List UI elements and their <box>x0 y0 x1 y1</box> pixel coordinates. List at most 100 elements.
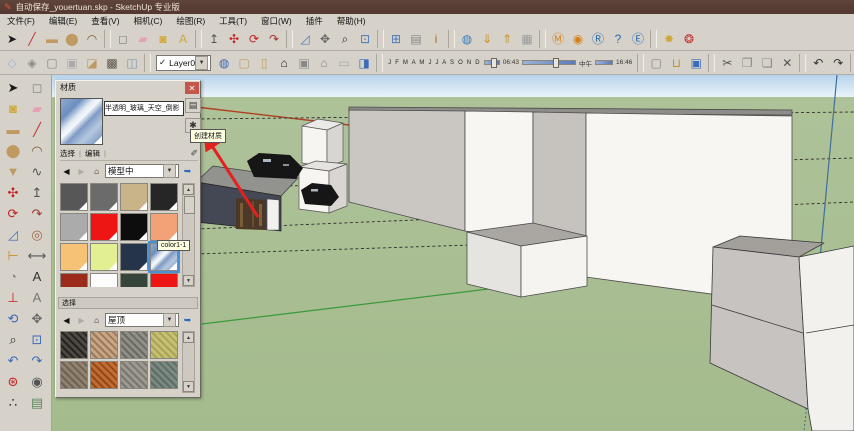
toolbtn-open[interactable]: ⊔ <box>666 53 686 73</box>
toolbtn-style-back-edges[interactable]: ◈ <box>22 53 42 73</box>
tool-text[interactable]: A <box>26 266 49 286</box>
forward-arrow-icon[interactable]: ▶ <box>75 165 88 178</box>
swatch-dark-green[interactable] <box>120 273 148 287</box>
texture-slate-blue[interactable] <box>150 361 178 389</box>
toolbtn-push-pull[interactable]: ↥ <box>204 29 224 49</box>
swatch-tan[interactable] <box>120 183 148 211</box>
date-slider[interactable] <box>483 58 500 68</box>
tool-line[interactable]: ╱ <box>26 119 49 139</box>
tool-walk[interactable]: ∴ <box>2 392 25 412</box>
toolbtn-model-info[interactable]: ⊞ <box>386 29 406 49</box>
texture-scrollbar[interactable]: ▲ ▼ <box>182 331 195 393</box>
tool-look-around[interactable]: ◉ <box>26 371 49 391</box>
toolbtn-plugin-carton[interactable]: ▢ <box>234 53 254 73</box>
tool-rotate[interactable]: ⟳ <box>2 203 25 223</box>
tool-previous-view[interactable]: ↶ <box>2 350 25 370</box>
tool-rectangle[interactable]: ▬ <box>2 119 25 139</box>
toolbtn-zoom[interactable]: ⌕ <box>335 29 355 49</box>
toolbtn-plugin-box-white[interactable]: ▣ <box>294 53 314 73</box>
toolbtn-style-hidden-line[interactable]: ▣ <box>62 53 82 73</box>
texture-stone-gray[interactable] <box>120 361 148 389</box>
toolbtn-copy[interactable]: ❐ <box>737 53 757 73</box>
menu-file[interactable]: 文件(F) <box>0 15 42 27</box>
toolbtn-text[interactable]: A <box>173 29 193 49</box>
toolbtn-style-monochrome[interactable]: ◫ <box>122 53 142 73</box>
texture-tiles-orange[interactable] <box>90 361 118 389</box>
toolbtn-plugin-r[interactable]: Ⓡ <box>588 29 608 49</box>
toolbtn-move[interactable]: ✣ <box>224 29 244 49</box>
shadow-months[interactable]: J F M A M J J A S O N D <box>388 60 481 66</box>
toolbtn-place-model[interactable]: ⇑ <box>497 29 517 49</box>
collection-dropdown-secondary[interactable]: 屋顶 ▼ <box>105 313 179 327</box>
swatch-scrollbar[interactable]: ▲ ▼ <box>182 183 195 287</box>
menu-plugins[interactable]: 插件 <box>299 15 330 27</box>
menu-camera[interactable]: 相机(C) <box>127 15 170 27</box>
toolbtn-redo[interactable]: ↷ <box>828 53 848 73</box>
toolbtn-make-component[interactable]: ◻ <box>113 29 133 49</box>
scroll-down-icon[interactable]: ▼ <box>183 275 194 286</box>
time-slider[interactable] <box>522 58 577 68</box>
tool-zoom[interactable]: ⌕ <box>2 329 25 349</box>
swatch-light-orange[interactable] <box>60 243 88 271</box>
toolbtn-pan[interactable]: ✥ <box>315 29 335 49</box>
tool-position-camera[interactable]: ⊛ <box>2 371 25 391</box>
swatch-dark-red[interactable] <box>60 273 88 287</box>
scroll-down-icon[interactable]: ▼ <box>183 381 194 392</box>
toolbtn-paint-bucket[interactable]: ◙ <box>153 29 173 49</box>
toolbtn-plugin-help[interactable]: ? <box>608 29 628 49</box>
tool-select[interactable]: ➤ <box>2 77 25 97</box>
tool-push-pull[interactable]: ↥ <box>26 182 49 202</box>
menu-view[interactable]: 查看(V) <box>84 15 126 27</box>
texture-slate-gray[interactable] <box>120 331 148 359</box>
toolbtn-scale[interactable]: ◿ <box>295 29 315 49</box>
tool-paint-bucket[interactable]: ◙ <box>2 98 25 118</box>
toolbtn-follow-me[interactable]: ↷ <box>264 29 284 49</box>
swatch-red[interactable] <box>90 213 118 241</box>
swatch-yellow-green[interactable] <box>90 243 118 271</box>
tool-eraser[interactable]: ▰ <box>26 98 49 118</box>
detail-arrow-icon[interactable]: ➥ <box>181 165 194 178</box>
tool-make-component[interactable]: ◻ <box>26 77 49 97</box>
toolbtn-rectangle[interactable]: ▬ <box>42 29 62 49</box>
chevron-down-icon[interactable]: ▼ <box>163 164 176 178</box>
tool-zoom-window[interactable]: ⊡ <box>26 329 49 349</box>
toolbtn-layers-window[interactable]: ▤ <box>406 29 426 49</box>
close-icon[interactable]: ✕ <box>185 82 199 94</box>
back-arrow-icon[interactable]: ◀ <box>60 165 73 178</box>
menu-draw[interactable]: 绘图(R) <box>169 15 212 27</box>
tool-axes[interactable]: ⊥ <box>2 287 25 307</box>
home-icon[interactable]: ⌂ <box>90 165 103 178</box>
toolbtn-plugin-house-dark[interactable]: ⌂ <box>274 53 294 73</box>
swatch-near-black[interactable] <box>150 183 178 211</box>
swatch-red-2[interactable] <box>150 273 178 287</box>
tool-arc[interactable]: ◠ <box>26 140 49 160</box>
texture-shingles-dark[interactable] <box>60 331 88 359</box>
texture-gravel-brown[interactable] <box>60 361 88 389</box>
toolbtn-arc[interactable]: ◠ <box>82 29 102 49</box>
tool-protractor[interactable]: ◔ <box>2 266 25 286</box>
swatch-salmon[interactable] <box>150 213 178 241</box>
forward-arrow-icon[interactable]: ▶ <box>75 314 88 327</box>
secondary-pane-toggle-icon[interactable]: ▤ <box>185 98 201 113</box>
tool-dimension[interactable]: ⟷ <box>26 245 49 265</box>
toolbtn-select[interactable]: ➤ <box>2 29 22 49</box>
toolbtn-line[interactable]: ╱ <box>22 29 42 49</box>
swatch-light-gray[interactable] <box>60 213 88 241</box>
tool-3d-text[interactable]: A <box>26 287 49 307</box>
tool-pan[interactable]: ✥ <box>26 308 49 328</box>
tool-next-view[interactable]: ↷ <box>26 350 49 370</box>
toolbtn-style-shaded[interactable]: ◪ <box>82 53 102 73</box>
toolbtn-circle[interactable]: ⬤ <box>62 29 82 49</box>
toolbtn-style-xray[interactable]: ◇ <box>2 53 22 73</box>
chevron-down-icon[interactable]: ▼ <box>195 55 209 70</box>
tool-follow-me[interactable]: ↷ <box>26 203 49 223</box>
toolbtn-layer-manager[interactable]: ◍ <box>214 53 234 73</box>
tab-select[interactable]: 选择 <box>60 148 75 159</box>
toolbtn-plugin-globe[interactable]: ◉ <box>568 29 588 49</box>
tool-section-plane[interactable]: ▤ <box>26 392 49 412</box>
tool-tape-measure[interactable]: ⊢ <box>2 245 25 265</box>
toolbtn-new[interactable]: ▢ <box>646 53 666 73</box>
tool-scale[interactable]: ◿ <box>2 224 25 244</box>
chevron-down-icon[interactable]: ▼ <box>163 313 176 327</box>
scroll-up-icon[interactable]: ▲ <box>183 332 194 343</box>
